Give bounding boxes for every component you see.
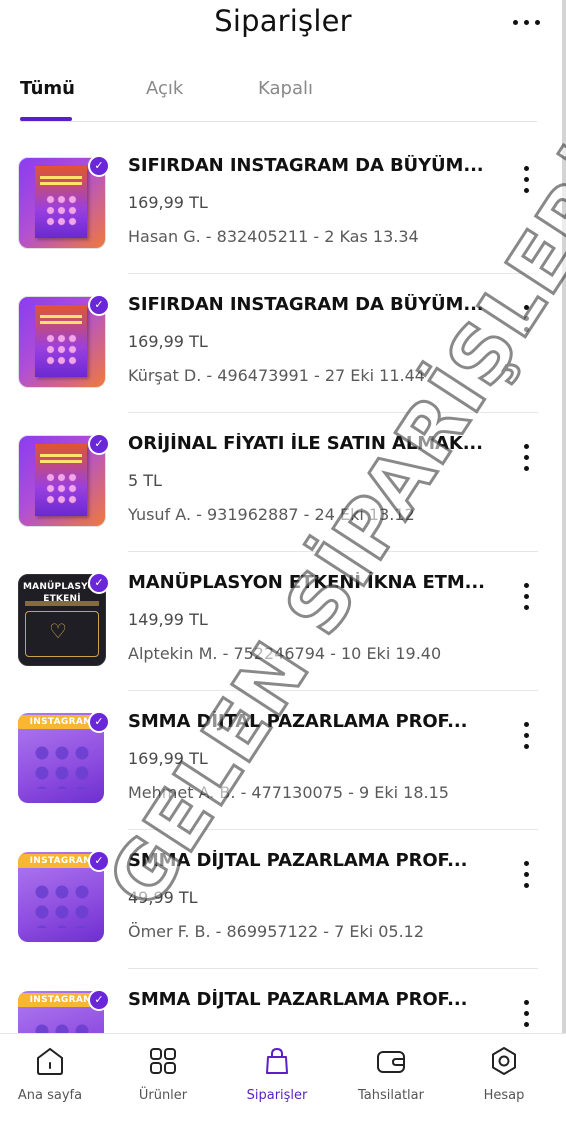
order-meta: Yusuf A. - 931962887 - 24 Eki 13.12	[128, 505, 415, 524]
nav-label: Siparişler	[246, 1088, 308, 1103]
page-title: Siparişler	[214, 4, 352, 38]
order-item[interactable]: ✓ SIFIRDAN INSTAGRAM DA BÜYÜM... 169,99 …	[0, 135, 566, 274]
order-item[interactable]: INSTAGRAM ✓ SMMA DİJTAL PAZARLAMA PROF..…	[0, 691, 566, 830]
order-title: SMMA DİJTAL PAZARLAMA PROF...	[128, 850, 468, 871]
more-vertical-icon[interactable]	[514, 435, 538, 479]
verified-check-icon: ✓	[88, 850, 110, 872]
bag-icon	[266, 1047, 288, 1074]
order-meta: Kürşat D. - 496473991 - 27 Eki 11.44	[128, 366, 425, 385]
handshake-icon: ♡	[49, 619, 67, 643]
more-vertical-icon[interactable]	[514, 852, 538, 896]
order-item[interactable]: MANÜPLASYON ETKENİ ♡ ✓ MANÜPLASYON ETKEN…	[0, 552, 566, 691]
more-horizontal-icon[interactable]	[506, 2, 546, 42]
order-meta: Ömer F. B. - 869957122 - 7 Eki 05.12	[128, 922, 425, 941]
order-list[interactable]: ✓ SIFIRDAN INSTAGRAM DA BÜYÜM... 169,99 …	[0, 135, 566, 1033]
more-vertical-icon[interactable]	[514, 296, 538, 340]
order-price: 169,99 TL	[128, 193, 208, 212]
header: Siparişler	[0, 0, 566, 50]
nav-label: Tahsilatlar	[358, 1088, 424, 1103]
nav-collections[interactable]: Tahsilatlar	[336, 1044, 446, 1103]
nav-label: Ana sayfa	[17, 1088, 83, 1103]
verified-check-icon: ✓	[88, 711, 110, 733]
order-meta: Alptekin M. - 752246794 - 10 Eki 19.40	[128, 644, 442, 663]
more-vertical-icon[interactable]	[514, 574, 538, 618]
order-item[interactable]: INSTAGRAM ✓ SMMA DİJTAL PAZARLAMA PROF..…	[0, 830, 566, 969]
nav-products[interactable]: Ürünler	[108, 1044, 218, 1103]
nav-label: Ürünler	[138, 1088, 188, 1103]
verified-check-icon: ✓	[88, 989, 110, 1011]
order-title: SMMA DİJTAL PAZARLAMA PROF...	[128, 711, 468, 732]
nav-account[interactable]: Hesap	[449, 1044, 559, 1103]
order-item[interactable]: INSTAGRAM ✓ SMMA DİJTAL PAZARLAMA PROF..…	[0, 969, 566, 1033]
tab-bar: Tümü Açık Kapalı	[0, 68, 566, 122]
order-title: SIFIRDAN INSTAGRAM DA BÜYÜM...	[128, 155, 484, 176]
order-price: 169,99 TL	[128, 749, 208, 768]
verified-check-icon: ✓	[88, 155, 110, 177]
more-vertical-icon[interactable]	[514, 157, 538, 201]
order-meta: Mehmet A. B. - 477130075 - 9 Eki 18.15	[128, 783, 449, 802]
nav-label: Hesap	[483, 1088, 525, 1103]
order-price: 49,99 TL	[128, 888, 198, 907]
order-item[interactable]: ✓ ORİJİNAL FİYATI İLE SATIN ALMAK... 5 T…	[0, 413, 566, 552]
verified-check-icon: ✓	[88, 294, 110, 316]
order-meta: Hasan G. - 832405211 - 2 Kas 13.34	[128, 227, 419, 246]
order-price: 149,99 TL	[128, 610, 208, 629]
nav-orders[interactable]: Siparişler	[222, 1044, 332, 1103]
tab-closed[interactable]: Kapalı	[258, 78, 313, 99]
order-price: 169,99 TL	[128, 332, 208, 351]
nav-home[interactable]: Ana sayfa	[0, 1044, 105, 1103]
verified-check-icon: ✓	[88, 572, 110, 594]
settings-icon	[492, 1047, 516, 1075]
order-title: SMMA DİJTAL PAZARLAMA PROF...	[128, 989, 468, 1010]
order-title: ORİJİNAL FİYATI İLE SATIN ALMAK...	[128, 433, 483, 454]
tab-open[interactable]: Açık	[146, 78, 183, 99]
verified-check-icon: ✓	[88, 433, 110, 455]
order-title: SIFIRDAN INSTAGRAM DA BÜYÜM...	[128, 294, 484, 315]
order-item[interactable]: ✓ SIFIRDAN INSTAGRAM DA BÜYÜM... 169,99 …	[0, 274, 566, 413]
tabs-divider	[20, 121, 537, 122]
order-title: MANÜPLASYON ETKENİ İKNA ETM...	[128, 572, 484, 593]
tab-all[interactable]: Tümü	[20, 78, 75, 99]
home-icon	[37, 1047, 63, 1075]
wallet-icon	[377, 1051, 405, 1073]
more-vertical-icon[interactable]	[514, 713, 538, 757]
more-vertical-icon[interactable]	[514, 991, 538, 1033]
bottom-navigation: Ana sayfa Ürünler Siparişler Tahsilatlar…	[0, 1033, 566, 1134]
order-price: 5 TL	[128, 471, 162, 490]
grid-icon	[150, 1048, 176, 1074]
